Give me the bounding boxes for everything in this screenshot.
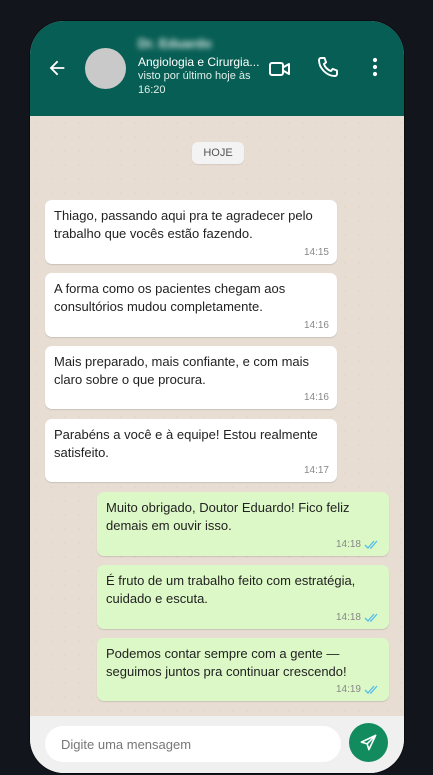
message-time: 14:17 [303, 465, 329, 476]
more-vertical-icon[interactable] [368, 55, 382, 79]
message-bubble-outgoing[interactable]: É fruto de um trabalho feito com estraté… [97, 565, 389, 629]
contact-status: visto por último hoje às 16:20 [138, 70, 251, 96]
back-arrow-icon[interactable] [46, 57, 68, 79]
phone-frame: Dr. Eduardo Angiologia e Cirurgia... vis… [30, 21, 404, 773]
contact-info[interactable]: Dr. Eduardo Angiologia e Cirurgia... vis… [138, 36, 263, 97]
message-text: Mais preparado, mais confiante, e com ma… [54, 354, 310, 387]
message-bubble-incoming[interactable]: Mais preparado, mais confiante, e com ma… [45, 346, 337, 409]
read-ticks-icon [364, 613, 378, 622]
message-bubble-incoming[interactable]: Thiago, passando aqui pra te agradecer p… [45, 200, 337, 264]
message-time: 14:19 [335, 684, 361, 695]
message-bubble-outgoing[interactable]: Podemos contar sempre com a gente — segu… [97, 638, 389, 701]
video-camera-icon[interactable] [268, 57, 292, 81]
chat-area[interactable]: HOJE Thiago, passando aqui pra te agrade… [30, 116, 404, 716]
avatar[interactable] [85, 48, 126, 89]
message-time: 14:16 [303, 320, 329, 331]
message-text: A forma como os pacientes chegam aos con… [54, 281, 286, 314]
read-ticks-icon [364, 685, 378, 694]
message-bubble-outgoing[interactable]: Muito obrigado, Doutor Eduardo! Fico fel… [97, 492, 389, 556]
composer-bar [30, 716, 404, 773]
message-bubble-incoming[interactable]: Parabéns a você e à equipe! Estou realme… [45, 419, 337, 482]
read-ticks-icon [364, 540, 378, 549]
message-input[interactable] [45, 726, 341, 762]
message-text: Muito obrigado, Doutor Eduardo! Fico fel… [106, 500, 350, 533]
message-text: É fruto de um trabalho feito com estraté… [106, 573, 356, 606]
contact-subtitle: Angiologia e Cirurgia... [138, 55, 260, 69]
phone-icon[interactable] [316, 55, 340, 79]
send-icon [360, 734, 377, 751]
date-chip: HOJE [192, 142, 244, 164]
message-time: 14:15 [303, 247, 329, 258]
message-time: 14:18 [335, 539, 361, 550]
send-button[interactable] [349, 723, 388, 762]
message-text: Parabéns a você e à equipe! Estou realme… [54, 427, 318, 460]
message-time: 14:18 [335, 612, 361, 623]
message-time: 14:16 [303, 392, 329, 403]
contact-name: Dr. Eduardo [138, 36, 212, 51]
chat-header: Dr. Eduardo Angiologia e Cirurgia... vis… [30, 21, 404, 116]
message-text: Thiago, passando aqui pra te agradecer p… [54, 208, 313, 241]
message-text: Podemos contar sempre com a gente — segu… [106, 646, 347, 679]
message-bubble-incoming[interactable]: A forma como os pacientes chegam aos con… [45, 273, 337, 337]
